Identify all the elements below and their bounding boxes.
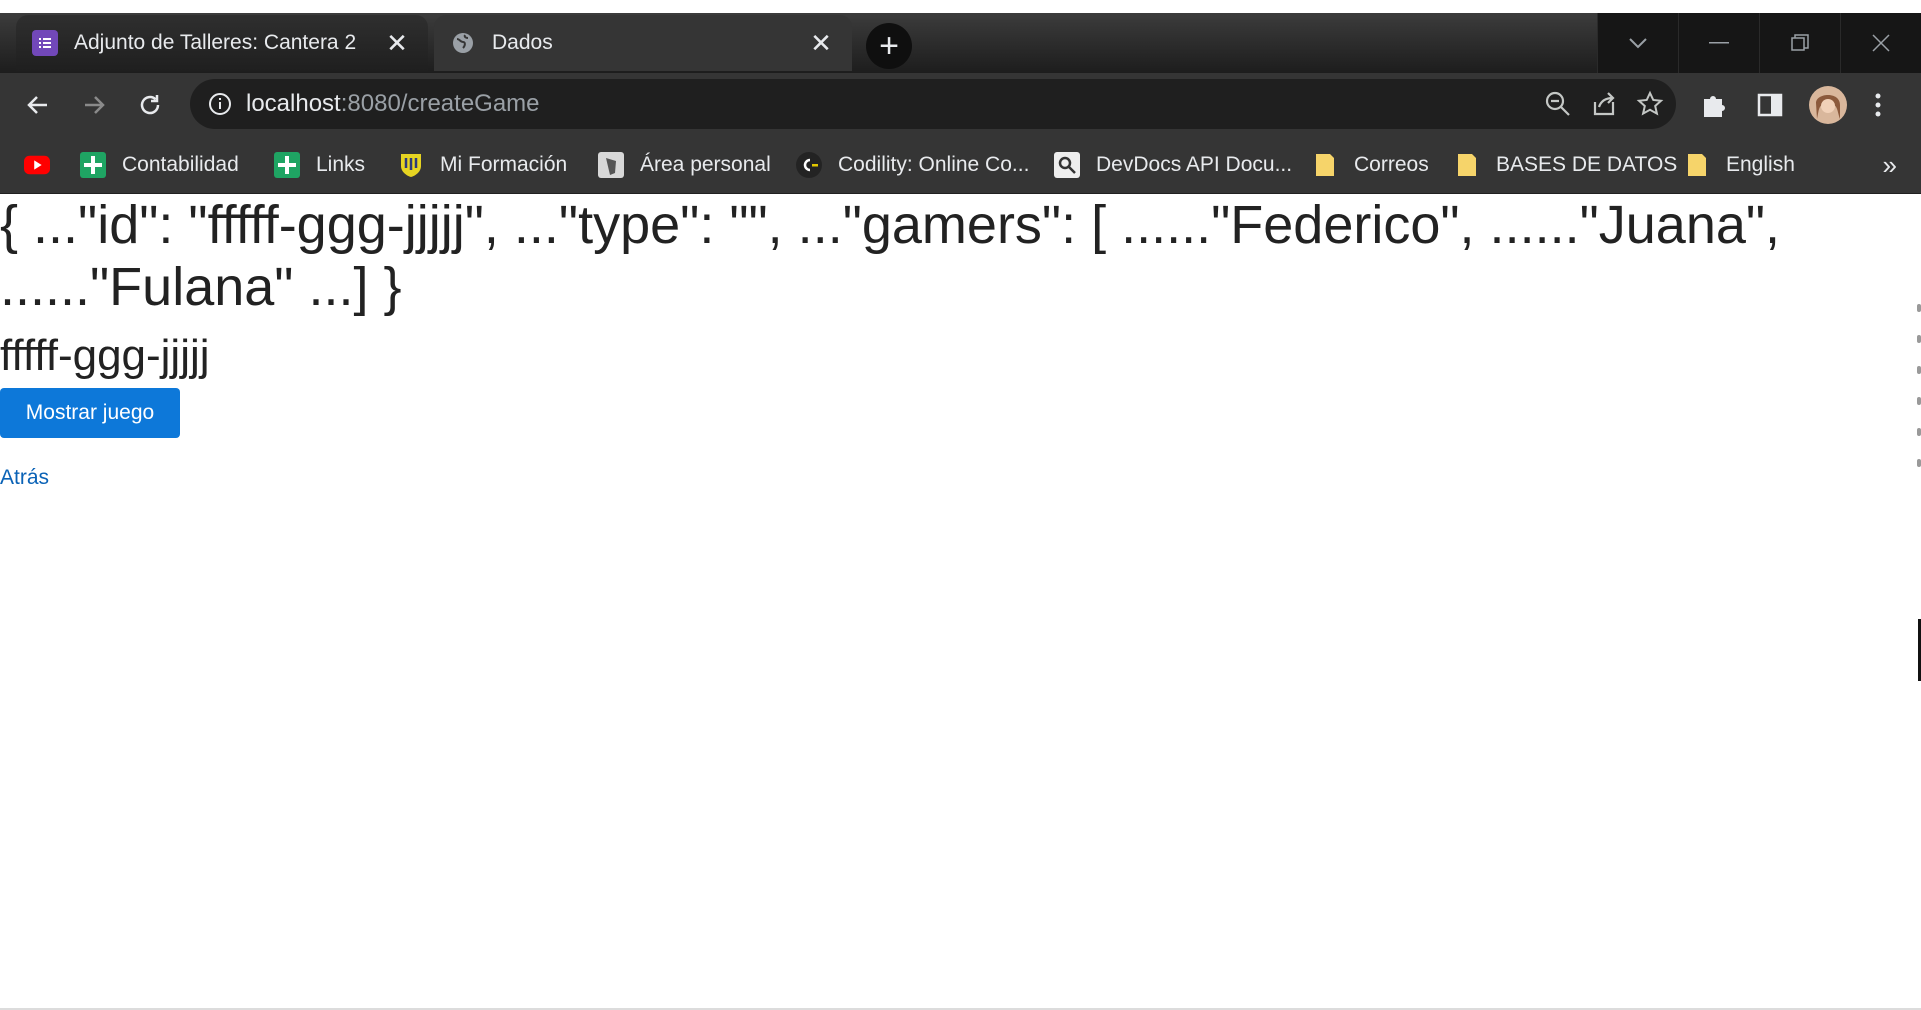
codility-icon xyxy=(796,152,822,178)
restore-button[interactable] xyxy=(1759,13,1840,73)
scrollbar-marks xyxy=(1917,304,1921,490)
bookmark-english[interactable]: English xyxy=(1684,137,1795,193)
sheets-icon xyxy=(274,152,300,178)
profile-avatar[interactable] xyxy=(1808,85,1848,125)
bookmark-codility[interactable]: Codility: Online Co... xyxy=(796,137,1029,193)
folder-icon xyxy=(1684,152,1710,178)
close-window-button[interactable] xyxy=(1840,13,1921,73)
reload-icon xyxy=(140,95,160,115)
bookmark-devdocs[interactable]: DevDocs API Docu... xyxy=(1054,137,1292,193)
star-icon[interactable] xyxy=(1636,90,1664,118)
back-link[interactable]: Atrás xyxy=(0,466,49,490)
extensions-button[interactable] xyxy=(1700,85,1728,125)
bookmark-mi-formacion[interactable]: Mi Formación xyxy=(398,137,567,193)
bookmark-label: Codility: Online Co... xyxy=(838,153,1030,176)
browser-toolbar: localhost:8080/createGame xyxy=(0,73,1921,137)
window-top-strip xyxy=(0,0,1921,13)
puzzle-icon xyxy=(1704,96,1725,117)
tab-bar: Adjunto de Talleres: Cantera 2 ✕ Dados ✕… xyxy=(0,13,1921,73)
bookmark-label: Área personal xyxy=(640,153,771,176)
globe-icon xyxy=(450,30,476,56)
bookmark-label: English xyxy=(1726,153,1795,176)
new-tab-button[interactable]: + xyxy=(866,23,912,69)
game-id: fffff-ggg-jjjjj xyxy=(0,331,210,380)
tab-title: Adjunto de Talleres: Cantera 2 xyxy=(74,31,357,54)
side-panel-icon xyxy=(1757,93,1783,117)
info-icon xyxy=(209,93,231,115)
arrow-right-icon xyxy=(85,96,105,114)
bookmark-label: Mi Formación xyxy=(440,153,568,176)
kebab-menu-icon xyxy=(1875,93,1881,117)
arrow-left-icon xyxy=(27,96,47,114)
side-panel-button[interactable] xyxy=(1756,85,1784,125)
bookmark-contabilidad[interactable]: Contabilidad xyxy=(80,137,239,193)
zoom-out-icon[interactable] xyxy=(1544,90,1572,118)
back-button[interactable] xyxy=(18,85,58,125)
moodle-icon xyxy=(598,152,624,178)
reload-button[interactable] xyxy=(130,85,170,125)
chevron-down-icon xyxy=(1629,38,1647,49)
bookmark-area-personal[interactable]: Área personal xyxy=(598,137,771,193)
menu-button[interactable] xyxy=(1872,85,1884,125)
minimize-icon xyxy=(1709,42,1729,44)
page-content: { ..."id": "fffff-ggg-jjjjj", ..."type":… xyxy=(0,194,1921,1010)
bookmark-label: DevDocs API Docu... xyxy=(1096,153,1293,176)
youtube-icon xyxy=(24,152,50,178)
close-icon[interactable]: ✕ xyxy=(806,28,836,58)
forms-icon xyxy=(32,30,58,56)
close-icon[interactable]: ✕ xyxy=(382,28,412,58)
window-controls xyxy=(1597,13,1921,73)
tab-search-button[interactable] xyxy=(1597,13,1678,73)
tab-adjunto[interactable]: Adjunto de Talleres: Cantera 2 ✕ xyxy=(16,15,428,71)
restore-icon xyxy=(1791,34,1809,51)
bookmarks-bar: Contabilidad Links Mi Formación Área per… xyxy=(0,137,1921,194)
url-host: localhost xyxy=(246,90,341,117)
bookmark-label: Contabilidad xyxy=(122,153,239,176)
share-icon[interactable] xyxy=(1590,90,1618,118)
folder-icon xyxy=(1454,152,1480,178)
tab-dados[interactable]: Dados ✕ xyxy=(434,15,852,71)
bookmark-label: Links xyxy=(316,153,366,176)
bookmark-bases-de-datos[interactable]: BASES DE DATOS xyxy=(1454,137,1677,193)
forward-button[interactable] xyxy=(74,85,114,125)
devdocs-icon xyxy=(1054,152,1080,178)
folder-icon xyxy=(1312,152,1338,178)
crest-icon xyxy=(398,152,424,178)
bookmark-label: Correos xyxy=(1354,153,1429,176)
url-path: :8080/createGame xyxy=(340,90,540,117)
bookmark-youtube[interactable] xyxy=(24,137,66,193)
more-bookmarks-button[interactable]: » xyxy=(1883,137,1897,193)
bookmark-label: BASES DE DATOS xyxy=(1496,153,1678,176)
avatar-icon xyxy=(1809,86,1847,124)
bookmark-correos[interactable]: Correos xyxy=(1312,137,1429,193)
address-bar[interactable]: localhost:8080/createGame xyxy=(190,79,1676,129)
sheets-icon xyxy=(80,152,106,178)
tab-title: Dados xyxy=(492,31,553,54)
omnibox-actions xyxy=(1544,79,1664,129)
minimize-button[interactable] xyxy=(1678,13,1759,73)
show-game-button[interactable]: Mostrar juego xyxy=(0,388,180,438)
bookmark-links[interactable]: Links xyxy=(274,137,365,193)
game-json: { ..."id": "fffff-ggg-jjjjj", ..."type":… xyxy=(0,195,1781,317)
close-icon xyxy=(1872,34,1890,52)
